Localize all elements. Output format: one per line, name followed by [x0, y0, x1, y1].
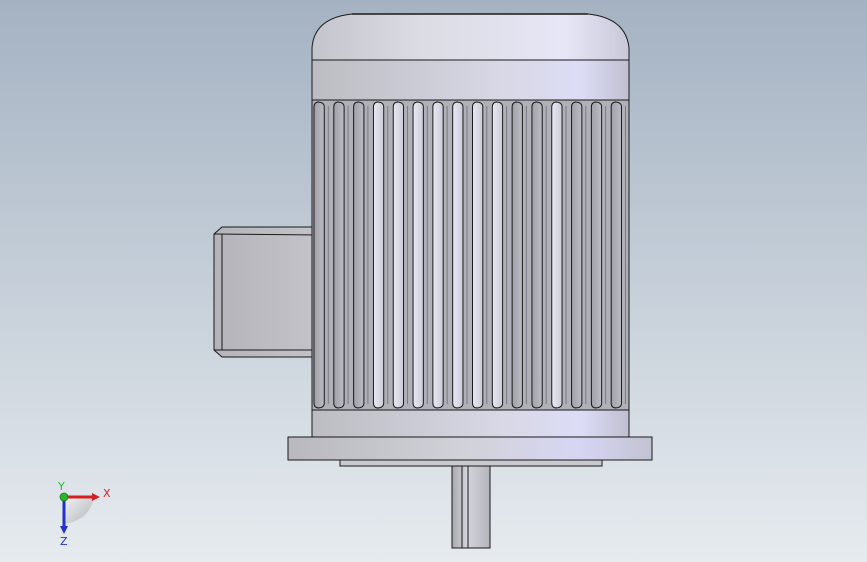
- graphics-viewport[interactable]: X Y Z: [0, 0, 867, 562]
- cooling-fin: [551, 101, 563, 409]
- cooling-fin: [333, 101, 345, 409]
- cooling-fin: [432, 101, 444, 409]
- cooling-fin: [531, 101, 543, 409]
- triad-y-axis-dot: [59, 492, 69, 502]
- cooling-fin: [491, 101, 504, 409]
- terminal-box[interactable]: [213, 226, 328, 358]
- cooling-fin: [313, 101, 325, 409]
- cooling-fin: [511, 101, 523, 409]
- triad-z-label: Z: [60, 535, 68, 548]
- flange-spigot[interactable]: [339, 459, 603, 467]
- cooling-fin: [353, 101, 365, 409]
- cooling-fin: [392, 101, 405, 409]
- cooling-fin: [590, 101, 603, 409]
- cooling-fin: [372, 101, 385, 409]
- cooling-fin: [472, 101, 484, 409]
- cooling-fin: [610, 101, 622, 409]
- end-shield-ring[interactable]: [311, 409, 630, 438]
- output-shaft[interactable]: [451, 465, 491, 549]
- cooling-fin: [571, 101, 583, 409]
- cooling-fin: [412, 101, 424, 409]
- fan-cover-cap[interactable]: [311, 13, 630, 61]
- cooling-fin: [452, 101, 464, 409]
- triad-x-label: X: [103, 487, 111, 500]
- cooling-fins[interactable]: [311, 99, 630, 411]
- mounting-flange[interactable]: [287, 436, 653, 461]
- fan-cover-ring[interactable]: [311, 59, 630, 101]
- model-view[interactable]: X Y Z: [0, 0, 867, 562]
- triad-y-label: Y: [57, 480, 65, 493]
